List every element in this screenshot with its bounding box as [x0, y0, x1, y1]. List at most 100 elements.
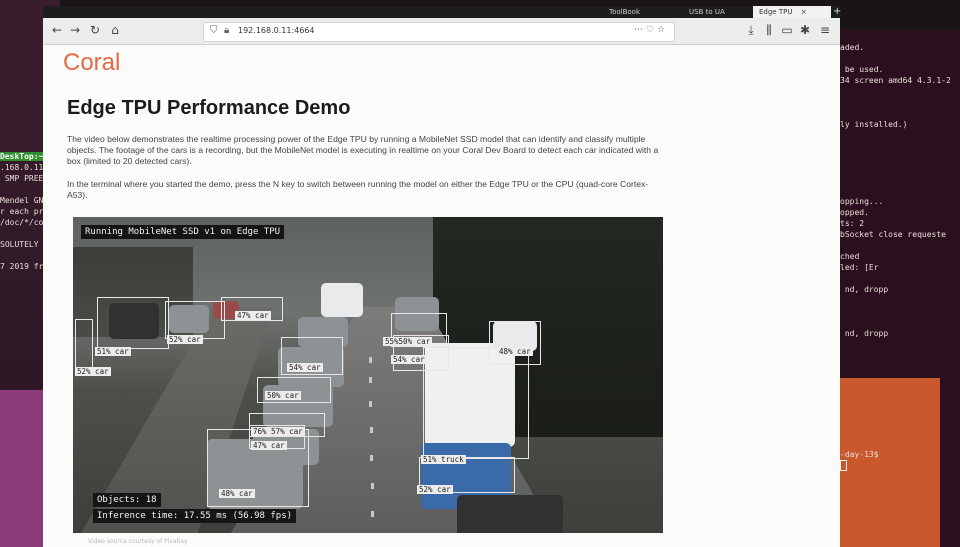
terminal-line: /doc/*/cop [0, 218, 49, 227]
lane-marker [371, 511, 374, 517]
shield-icon[interactable]: ⛉ [210, 25, 218, 36]
menu-icon[interactable]: ≡ [817, 22, 833, 38]
lock-icon[interactable]: 🔒︎ [224, 25, 229, 36]
terminal-prompt-host: DeskTop:~ [0, 152, 44, 161]
lane-marker [369, 357, 372, 363]
tab-strip: ToolBook USB to UA Edge TPU × + [43, 6, 841, 18]
detection-label: 52% car [167, 335, 203, 344]
home-icon[interactable]: ⌂ [107, 22, 123, 38]
demo-video[interactable]: 47% car 52% car 51% car 52% car 54% car … [73, 217, 663, 533]
terminal-line: nd, dropp [840, 329, 889, 338]
reload-icon[interactable]: ↻ [87, 22, 103, 38]
inference-time-label: Inference time: 17.55 ms (56.98 fps) [93, 509, 297, 523]
new-tab-icon[interactable]: + [833, 6, 841, 18]
detection-box [165, 301, 225, 339]
tab-toolbook[interactable]: ToolBook [603, 6, 646, 18]
model-status-label: Running MobileNet SSD v1 on Edge TPU [81, 225, 285, 239]
browser-window: ToolBook USB to UA Edge TPU × + ← → ↻ ⌂ … [43, 6, 841, 547]
terminal-line: led: [Er [840, 263, 879, 272]
forward-icon[interactable]: → [67, 22, 83, 38]
download-icon[interactable]: ⤓ [743, 22, 759, 38]
detection-box [97, 297, 169, 349]
terminal-line: -day-13$ [840, 450, 879, 459]
lane-marker [370, 455, 373, 461]
detection-label: 76% 57% car [251, 427, 305, 436]
detection-label: 51% car [95, 347, 131, 356]
detection-label: 50% car [265, 391, 301, 400]
tab-edge-tpu[interactable]: Edge TPU × [753, 6, 831, 18]
sidebar-icon[interactable]: ▭ [779, 22, 795, 38]
page-title: Edge TPU Performance Demo [67, 97, 351, 119]
terminal-line: ts: 2 [840, 219, 865, 228]
terminal-line: ly installed.) [840, 120, 908, 129]
detection-box [75, 319, 93, 373]
tab-usb-to-uart[interactable]: USB to UA [683, 6, 731, 18]
library-icon[interactable]: ⫼ [761, 22, 777, 38]
detection-label: 52% car [417, 485, 453, 494]
detection-box [423, 347, 529, 459]
terminal-line: bSocket close requeste [840, 230, 946, 239]
terminal-line: SOLUTELY N [0, 240, 49, 249]
terminal-line: SMP PREE [0, 174, 44, 183]
more-icon[interactable]: ⋯ [634, 25, 646, 35]
coral-logo[interactable]: Coral [63, 49, 120, 77]
tab-label: Edge TPU [759, 8, 793, 16]
objects-count-label: Objects: 18 [93, 493, 161, 507]
extension-icon[interactable]: ✱ [797, 22, 813, 38]
terminal-line: .168.0.11 [0, 163, 44, 172]
lane-marker [369, 377, 372, 383]
terminal-line: nd, dropp [840, 285, 889, 294]
tab-close-icon[interactable]: × [801, 8, 807, 16]
detection-label: 51% truck [421, 455, 466, 464]
url-bar[interactable]: ⛉ 🔒︎ 192.168.0.11:4664 ⋯♡☆ [203, 22, 675, 42]
back-icon[interactable]: ← [49, 22, 65, 38]
page-actions: ⋯♡☆ [634, 25, 668, 35]
navigation-toolbar: ← → ↻ ⌂ ⛉ 🔒︎ 192.168.0.11:4664 ⋯♡☆ ⤓ ⫼ ▭… [43, 18, 840, 45]
pocket-icon[interactable]: ♡ [646, 25, 657, 35]
url-text[interactable]: 192.168.0.11:4664 [238, 26, 315, 35]
vehicle [321, 283, 363, 317]
star-icon[interactable]: ☆ [657, 25, 668, 35]
terminal-right-output: aded. be used. 34 screen amd64 4.3.1-2 ly … [840, 42, 960, 471]
terminal-line: Mendel GN [0, 196, 44, 205]
terminal-line: opping... [840, 197, 884, 206]
lane-marker [371, 483, 374, 489]
vehicle [457, 495, 563, 533]
detection-label: 47% car [235, 311, 271, 320]
terminal-line: 7 2019 fro [0, 262, 49, 271]
detection-label: 52% car [75, 367, 111, 376]
terminal-line: r each pr [0, 207, 44, 216]
lane-marker [370, 427, 373, 433]
terminal-line: ched [840, 252, 860, 261]
page-content: Coral Edge TPU Performance Demo The vide… [43, 45, 840, 547]
detection-label: 54% car [391, 355, 427, 364]
lane-marker [369, 401, 372, 407]
detection-label: 55%50% car [383, 337, 433, 346]
video-caption: Video source courtesy of Pixabay [88, 538, 188, 545]
desktop-background-purple [0, 390, 44, 547]
instructions-paragraph: In the terminal where you started the de… [67, 179, 649, 200]
